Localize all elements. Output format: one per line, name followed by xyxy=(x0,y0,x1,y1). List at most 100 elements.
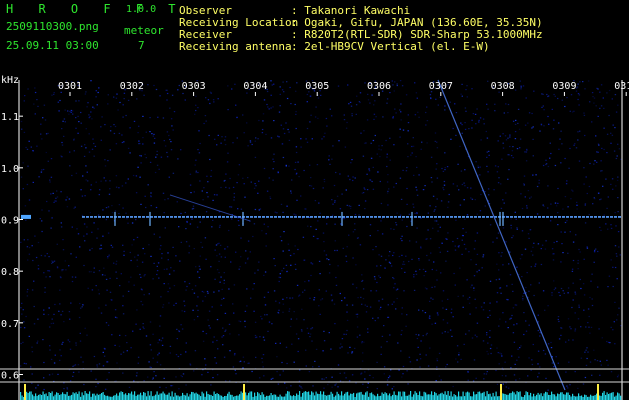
noise-speck xyxy=(359,244,362,246)
noise-speck xyxy=(261,128,264,131)
hist-bar xyxy=(144,392,146,400)
noise-speck xyxy=(479,174,481,176)
noise-speck xyxy=(554,202,557,204)
noise-speck xyxy=(476,271,478,273)
noise-speck xyxy=(447,331,449,333)
noise-speck xyxy=(594,160,596,162)
noise-speck xyxy=(213,194,216,196)
noise-speck xyxy=(166,92,169,95)
noise-speck xyxy=(84,93,87,95)
hist-bar xyxy=(339,395,341,400)
noise-speck xyxy=(470,197,472,199)
noise-speck xyxy=(467,371,469,373)
noise-speck xyxy=(505,139,508,141)
noise-speck xyxy=(152,278,154,280)
noise-speck xyxy=(524,248,527,250)
hist-bar xyxy=(516,391,518,400)
hist-bar xyxy=(431,391,433,400)
noise-speck xyxy=(218,272,220,274)
hist-bar xyxy=(224,396,226,400)
noise-speck xyxy=(577,387,579,389)
noise-speck xyxy=(345,377,347,379)
noise-speck xyxy=(584,134,586,137)
noise-speck xyxy=(327,384,329,386)
noise-speck xyxy=(158,352,160,354)
hist-bar xyxy=(273,394,275,400)
noise-speck xyxy=(85,165,87,167)
noise-speck xyxy=(567,287,570,289)
noise-speck xyxy=(340,223,342,225)
noise-speck xyxy=(399,177,402,179)
noise-speck xyxy=(317,117,319,119)
hist-bar xyxy=(437,395,439,400)
noise-speck xyxy=(178,330,181,333)
noise-speck xyxy=(369,306,372,308)
noise-speck xyxy=(75,344,77,346)
noise-speck xyxy=(427,212,429,214)
noise-speck xyxy=(523,333,525,336)
noise-speck xyxy=(261,361,264,363)
noise-speck xyxy=(527,190,530,192)
noise-speck xyxy=(478,269,480,271)
noise-speck xyxy=(28,335,30,337)
noise-speck xyxy=(572,190,574,192)
noise-speck xyxy=(415,156,417,158)
noise-speck xyxy=(419,358,422,360)
noise-speck xyxy=(612,124,614,126)
noise-speck xyxy=(561,243,563,245)
noise-speck xyxy=(476,213,479,215)
noise-speck xyxy=(513,374,516,376)
noise-speck xyxy=(577,139,579,141)
noise-speck xyxy=(263,296,266,298)
noise-speck xyxy=(370,142,372,144)
noise-speck xyxy=(105,207,108,209)
noise-speck xyxy=(434,209,436,211)
hist-bar xyxy=(176,395,178,400)
noise-speck xyxy=(88,271,91,273)
noise-speck xyxy=(204,237,207,239)
noise-speck xyxy=(372,377,374,379)
noise-speck xyxy=(430,297,432,299)
noise-speck xyxy=(44,119,47,121)
noise-speck xyxy=(270,107,272,109)
noise-speck xyxy=(597,250,599,253)
noise-speck xyxy=(109,277,111,279)
noise-speck xyxy=(267,226,269,228)
noise-speck xyxy=(516,359,518,361)
noise-speck xyxy=(165,89,167,91)
noise-speck xyxy=(111,334,113,336)
hist-bar xyxy=(605,395,607,400)
noise-speck xyxy=(525,286,527,289)
noise-speck xyxy=(542,290,545,292)
noise-speck xyxy=(322,232,325,234)
noise-speck xyxy=(111,299,113,301)
noise-speck xyxy=(336,195,339,197)
noise-speck xyxy=(456,185,458,187)
noise-speck xyxy=(118,204,121,206)
noise-speck xyxy=(156,270,159,272)
noise-speck xyxy=(107,232,110,234)
noise-speck xyxy=(424,312,427,314)
noise-speck xyxy=(470,286,472,288)
noise-speck xyxy=(577,131,579,133)
noise-speck xyxy=(102,235,104,237)
noise-speck xyxy=(329,263,331,266)
hist-bar xyxy=(141,395,143,400)
noise-speck xyxy=(276,356,278,358)
noise-speck xyxy=(105,278,108,280)
noise-speck xyxy=(193,319,196,321)
hist-bar xyxy=(84,391,86,400)
noise-speck xyxy=(282,156,285,159)
noise-speck xyxy=(161,337,164,339)
noise-speck xyxy=(531,359,533,361)
noise-speck xyxy=(584,222,587,224)
noise-speck xyxy=(521,276,523,278)
noise-speck xyxy=(565,371,567,373)
noise-speck xyxy=(185,351,187,353)
hist-bar xyxy=(579,395,581,400)
noise-speck xyxy=(525,320,527,322)
noise-speck xyxy=(349,207,352,209)
hist-bar xyxy=(357,392,359,400)
noise-speck xyxy=(52,192,54,194)
hist-bar xyxy=(183,394,185,400)
